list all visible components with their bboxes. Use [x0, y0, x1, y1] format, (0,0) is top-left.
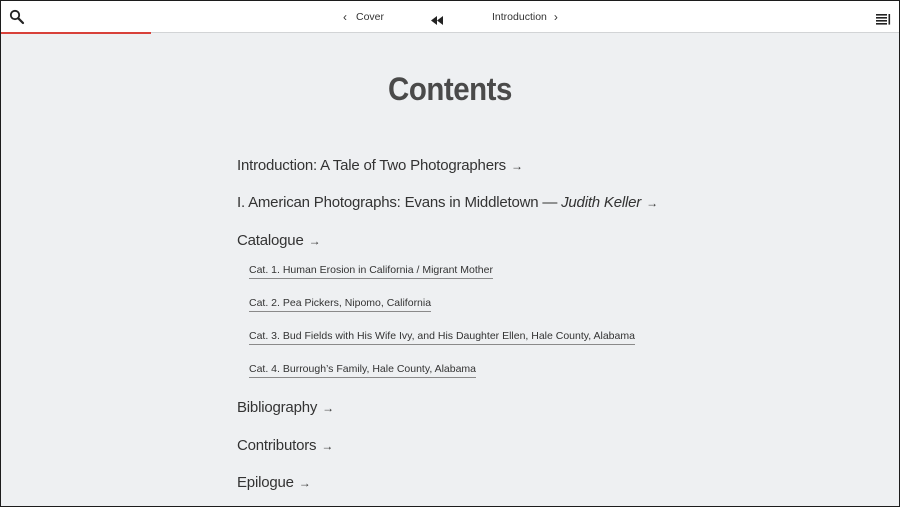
- toc-item-label: Bibliography: [237, 399, 318, 416]
- previous-page-label: Cover: [356, 11, 385, 23]
- menu-icon[interactable]: [876, 12, 891, 25]
- chevron-right-icon: ›: [553, 10, 558, 24]
- toc-item-epilogue[interactable]: Epilogue →: [237, 474, 311, 491]
- toc-item-label: Contributors: [237, 437, 317, 454]
- rewind-icon[interactable]: [431, 12, 443, 25]
- arrow-right-icon: →: [322, 401, 334, 415]
- arrow-right-icon: →: [298, 476, 311, 490]
- arrow-right-icon: →: [510, 159, 523, 173]
- toc-item-label: Epilogue: [237, 474, 294, 491]
- page-title: Contents: [388, 71, 512, 107]
- page-navigation: ‹ Cover Introduction ›: [1, 1, 899, 32]
- next-page-link[interactable]: Introduction ›: [492, 11, 558, 23]
- toc-item-american-photographs[interactable]: I. American Photographs: Evans in Middle…: [237, 194, 658, 211]
- previous-page-link[interactable]: ‹ Cover: [343, 11, 384, 23]
- toc-item-catalogue[interactable]: Catalogue →: [237, 232, 321, 249]
- arrow-right-icon: →: [321, 439, 334, 453]
- app-window: ‹ Cover Introduction › Contents Introduc…: [0, 0, 900, 507]
- toc-item-contributors[interactable]: Contributors →: [237, 437, 333, 454]
- reading-progress-bar: [1, 32, 151, 34]
- arrow-right-icon: →: [308, 234, 321, 248]
- chevron-left-icon: ‹: [343, 10, 347, 24]
- top-navbar: ‹ Cover Introduction ›: [1, 1, 899, 33]
- toc-item-bibliography[interactable]: Bibliography →: [237, 399, 334, 416]
- catalogue-item-2[interactable]: Cat. 2. Pea Pickers, Nipomo, California: [249, 297, 432, 312]
- catalogue-item-4[interactable]: Cat. 4. Burrough’s Family, Hale County, …: [249, 363, 477, 378]
- catalogue-item-1[interactable]: Cat. 1. Human Erosion in California / Mi…: [249, 264, 493, 279]
- toc-item-label: Introduction: A Tale of Two Photographer…: [237, 157, 506, 174]
- arrow-right-icon: →: [646, 196, 658, 210]
- toc-item-introduction[interactable]: Introduction: A Tale of Two Photographer…: [237, 157, 523, 174]
- catalogue-item-3[interactable]: Cat. 3. Bud Fields with His Wife Ivy, an…: [249, 330, 635, 345]
- toc-item-label: I. American Photographs: Evans in Middle…: [237, 194, 562, 211]
- next-page-label: Introduction: [492, 11, 547, 23]
- toc-item-author: Judith Keller: [561, 194, 642, 211]
- toc-item-label: Catalogue: [237, 232, 304, 249]
